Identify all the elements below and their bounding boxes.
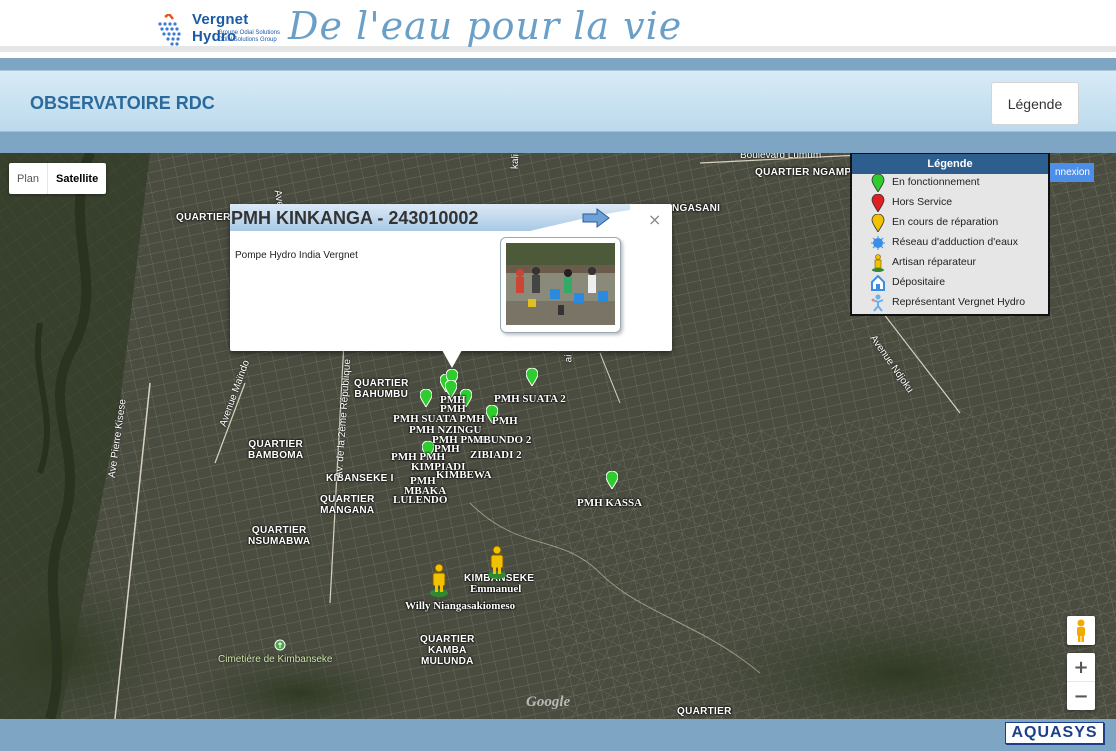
- map-label-quartier: QUARTIER: [176, 212, 231, 223]
- map-label-quartier-mangana: QUARTIER MANGANA: [320, 494, 375, 516]
- green-pin-icon: [871, 174, 885, 192]
- info-window-tail: [442, 350, 462, 368]
- close-button[interactable]: ×: [648, 210, 661, 229]
- road-kali: kali: [509, 153, 522, 170]
- legend-item-representative: Représentant Vergnet Hydro: [892, 296, 1026, 308]
- zoom-control: + −: [1067, 653, 1095, 710]
- map-label-quartier-bamboma: QUARTIER BAMBOMA: [248, 439, 304, 461]
- legend-button[interactable]: Légende: [991, 82, 1079, 125]
- yellow-pin-icon: [871, 214, 885, 232]
- pmh-label: PMH: [434, 443, 460, 455]
- representative-icon: [871, 294, 884, 312]
- water-network-icon: [871, 236, 885, 250]
- pump-photo[interactable]: [500, 237, 621, 333]
- artisan-icon: [872, 254, 884, 272]
- pump-photo-image: [506, 243, 615, 325]
- brand-subtitle: Groupe Odial Solutions: [218, 30, 281, 36]
- legend-item-artisan: Artisan réparateur: [892, 256, 977, 268]
- place-cimetiere: Cimetière de Kimbanseke: [218, 654, 333, 665]
- pmh-label-lulendo: LULENDO: [393, 494, 448, 506]
- pmh-label: PMH: [492, 415, 518, 427]
- legend-item-out-of-service: Hors Service: [892, 196, 953, 208]
- street-view-pegman[interactable]: [1067, 616, 1095, 645]
- road-boulevard-lumumba: Boulevard Lumum: [740, 153, 822, 161]
- google-watermark: Google: [526, 694, 571, 710]
- depot-icon: [871, 274, 885, 291]
- zoom-in-button[interactable]: +: [1067, 653, 1095, 681]
- map-label-ngasani: NGASANI: [672, 203, 721, 214]
- page-title: OBSERVATOIRE RDC: [30, 93, 215, 113]
- artisan-label-willy: Willy Niangasakiomeso: [405, 600, 516, 612]
- plan-button[interactable]: Plan: [9, 163, 47, 194]
- aquasys-logo: AQUASYS: [1005, 722, 1104, 744]
- map-label-quartier-bottom: QUARTIER: [677, 706, 732, 717]
- footer: AQUASYS: [0, 719, 1116, 751]
- pmh-label-mbundo2: MBUNDO 2: [473, 434, 532, 446]
- connexion-button[interactable]: nnexion: [1046, 163, 1094, 182]
- pmh-label-suata2: PMH SUATA 2: [494, 393, 566, 405]
- map-label-quartier-kamba-mulunda: QUARTIER KAMBA MULUNDA: [420, 634, 475, 667]
- green-pin-icon[interactable]: [606, 471, 618, 489]
- vergnet-hydro-logo: Vergnet Hydro Groupe Odial Solutions Odi…: [156, 8, 280, 52]
- pmh-label-kassa: PMH KASSA: [577, 497, 643, 509]
- map-label-quartier-bahumbu: QUARTIER BAHUMBU: [354, 378, 409, 400]
- tagline: De l'eau pour la vie: [288, 4, 683, 48]
- legend-panel: Légende En fonctionnement Hors Service E…: [850, 153, 1050, 316]
- pmh-label: PMH: [440, 403, 466, 415]
- legend-item-depot: Dépositaire: [892, 276, 946, 288]
- artisan-label-emmanuel: Emmanuel: [470, 583, 522, 595]
- road-ai: ai: [563, 354, 575, 363]
- satellite-button[interactable]: Satellite: [47, 163, 106, 194]
- logo-dots-icon: [158, 14, 181, 46]
- pmh-label-zibiadi2: ZIBIADI 2: [470, 449, 522, 461]
- artisan-marker-icon[interactable]: [429, 563, 449, 597]
- legend-item-working: En fonctionnement: [892, 176, 980, 188]
- brand-subtitle-en: Odial Solutions Group: [218, 37, 277, 43]
- top-banner: Vergnet Hydro Groupe Odial Solutions Odi…: [0, 0, 1116, 52]
- green-pin-icon[interactable]: [526, 368, 538, 386]
- legend-item-water-network: Réseau d'adduction d'eaux: [892, 236, 1019, 248]
- legend-item-repairing: En cours de réparation: [892, 216, 999, 228]
- map-type-control: Plan Satellite: [9, 163, 107, 194]
- info-window-title: PMH KINKANGA - 243010002: [231, 208, 479, 228]
- cemetery-icon: [274, 639, 286, 651]
- green-pin-icon[interactable]: [420, 389, 432, 407]
- satellite-map[interactable]: Plan Satellite QUARTIER NGAMPANI QUARTIE…: [0, 153, 1116, 719]
- info-window: PMH KINKANGA - 243010002 × Pompe Hydro I…: [230, 204, 672, 368]
- artisan-marker-icon[interactable]: [487, 545, 507, 579]
- map-label-quartier-nsumabwa: QUARTIER NSUMABWA: [248, 525, 311, 547]
- zoom-out-button[interactable]: −: [1067, 682, 1095, 710]
- pmh-label-kimbewa: KIMBEWA: [436, 469, 492, 481]
- page-header: OBSERVATOIRE RDC Légende: [0, 70, 1116, 132]
- red-pin-icon: [871, 194, 885, 212]
- info-window-description: Pompe Hydro India Vergnet: [235, 250, 358, 261]
- pegman-icon: [1077, 619, 1085, 642]
- arrow-right-icon[interactable]: [582, 208, 610, 228]
- legend-title: Légende: [852, 154, 1048, 174]
